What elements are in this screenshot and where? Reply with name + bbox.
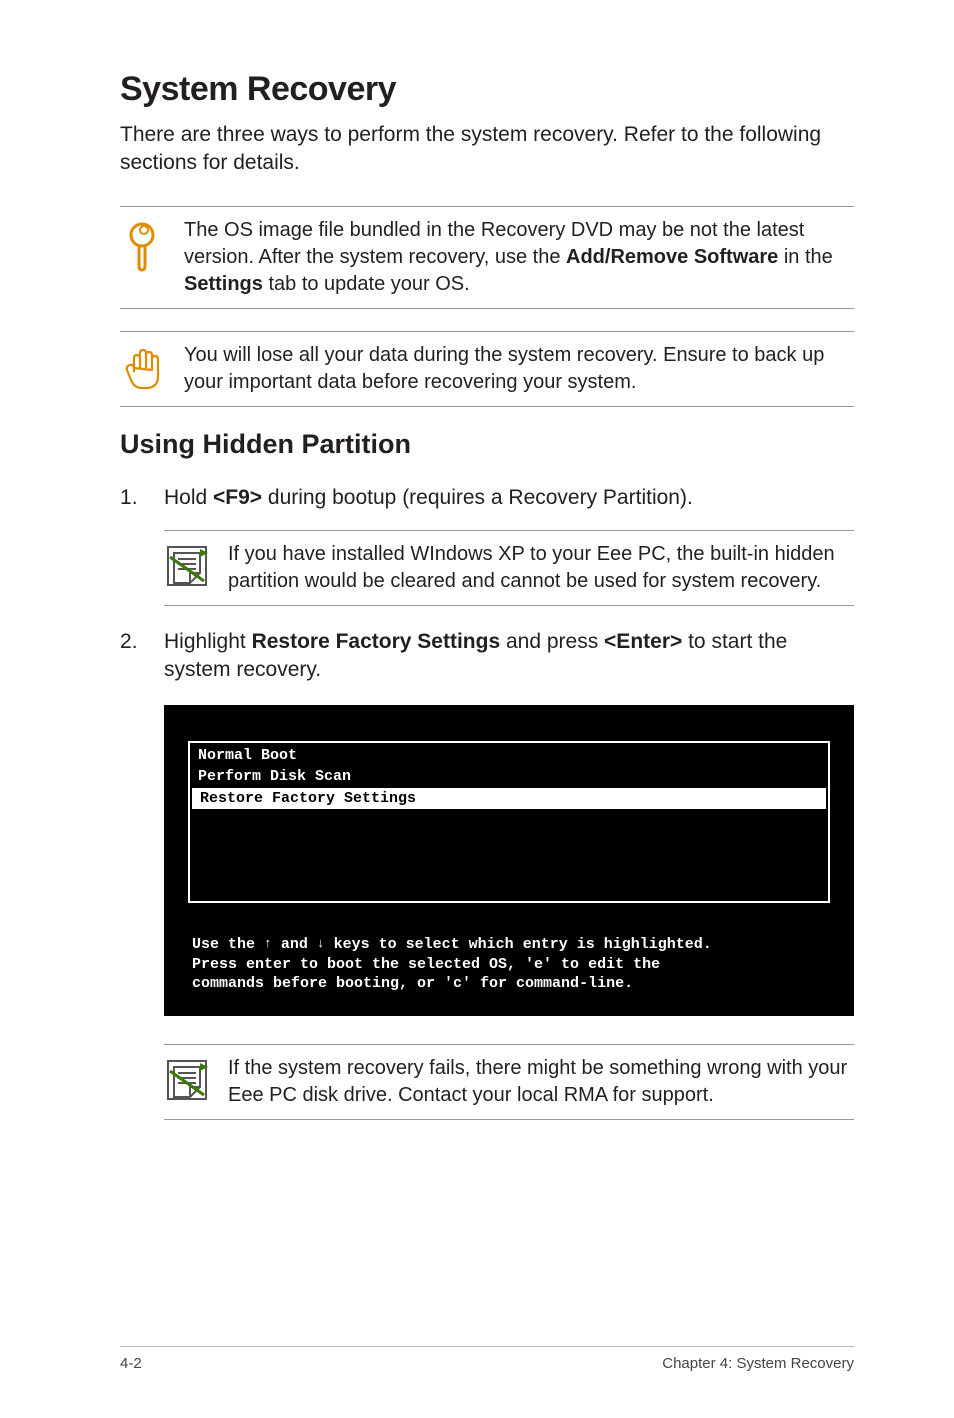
tip-callout: The OS image file bundled in the Recover… xyxy=(120,206,854,309)
note-icon xyxy=(164,541,228,589)
terminal-line-scan: Perform Disk Scan xyxy=(190,766,828,788)
note2-text: If the system recovery fails, there migh… xyxy=(228,1055,854,1109)
terminal-help1b: and xyxy=(272,936,317,953)
note-callout-1: If you have installed WIndows XP to your… xyxy=(164,530,854,606)
intro-paragraph: There are three ways to perform the syst… xyxy=(120,121,854,178)
step1-key: <F9> xyxy=(213,486,262,509)
page-footer: 4-2 Chapter 4: System Recovery xyxy=(120,1346,854,1372)
step1-pre: Hold xyxy=(164,486,213,509)
step2-mid: and press xyxy=(500,630,604,653)
terminal-line-normal: Normal Boot xyxy=(190,745,828,767)
terminal-help-1: Use the ↑ and ↓ keys to select which ent… xyxy=(188,935,830,955)
up-arrow-icon: ↑ xyxy=(264,936,272,951)
terminal-line-selected: Restore Factory Settings xyxy=(192,788,826,810)
section-heading: Using Hidden Partition xyxy=(120,429,854,460)
terminal-help-3: commands before booting, or 'c' for comm… xyxy=(188,974,830,994)
tip-bold1: Add/Remove Software xyxy=(566,246,778,268)
page-number: 4-2 xyxy=(120,1355,142,1372)
step2-bold1: Restore Factory Settings xyxy=(252,630,501,653)
chapter-label: Chapter 4: System Recovery xyxy=(662,1355,854,1372)
steps-list-2: Highlight Restore Factory Settings and p… xyxy=(120,628,854,685)
terminal-spacer xyxy=(190,809,828,899)
note1-text: If you have installed WIndows XP to your… xyxy=(228,541,854,595)
tip-mid: in the xyxy=(778,246,832,268)
step-2: Highlight Restore Factory Settings and p… xyxy=(120,628,854,685)
terminal-menu-box: Normal Boot Perform Disk Scan Restore Fa… xyxy=(188,741,830,904)
tip-text: The OS image file bundled in the Recover… xyxy=(184,217,854,298)
tip-bold2: Settings xyxy=(184,273,263,295)
terminal-help-2: Press enter to boot the selected OS, 'e'… xyxy=(188,955,830,975)
tip-icon xyxy=(120,217,184,275)
note-icon xyxy=(164,1055,228,1103)
page-title: System Recovery xyxy=(120,70,854,109)
hand-icon xyxy=(120,342,184,392)
terminal-screenshot: Normal Boot Perform Disk Scan Restore Fa… xyxy=(164,705,854,1016)
step2-bold2: <Enter> xyxy=(604,630,682,653)
step-1: Hold <F9> during bootup (requires a Reco… xyxy=(120,484,854,512)
down-arrow-icon: ↓ xyxy=(317,936,325,951)
step1-post: during bootup (requires a Recovery Parti… xyxy=(262,486,693,509)
terminal-help1a: Use the xyxy=(192,936,264,953)
tip-post: tab to update your OS. xyxy=(263,273,470,295)
warning-text: You will lose all your data during the s… xyxy=(184,342,854,396)
steps-list: Hold <F9> during bootup (requires a Reco… xyxy=(120,484,854,512)
warning-callout: You will lose all your data during the s… xyxy=(120,331,854,407)
step2-pre: Highlight xyxy=(164,630,252,653)
note-callout-2: If the system recovery fails, there migh… xyxy=(164,1044,854,1120)
terminal-help1c: keys to select which entry is highlighte… xyxy=(325,936,712,953)
